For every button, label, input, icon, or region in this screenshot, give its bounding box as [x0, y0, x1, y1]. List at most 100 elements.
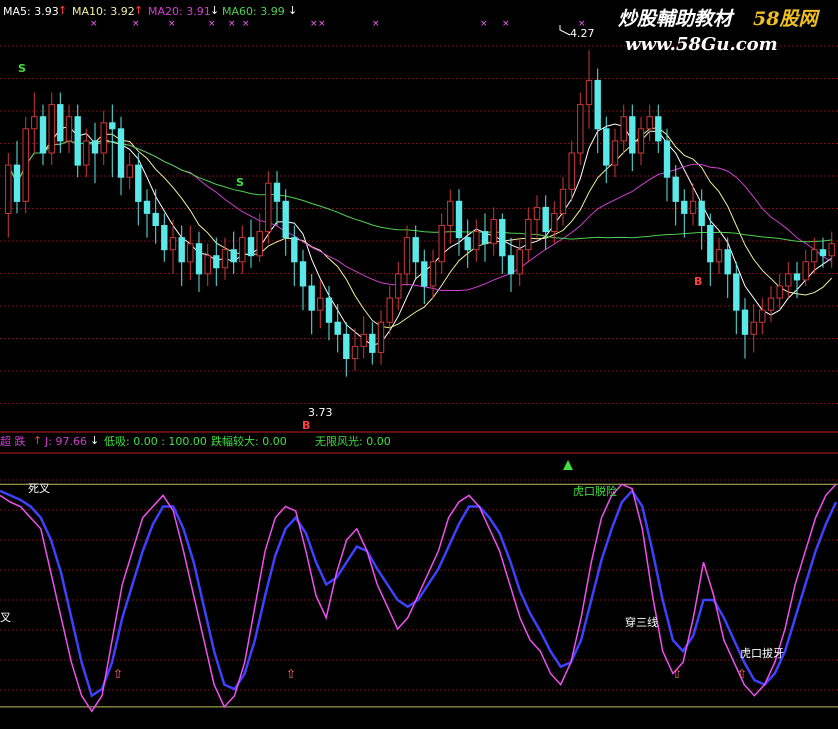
candle-up	[646, 116, 653, 130]
candle-down	[481, 231, 489, 245]
candle-down	[39, 116, 47, 154]
candle-up	[48, 104, 55, 154]
candle-down	[195, 243, 203, 275]
candle-down	[334, 321, 341, 335]
candle-up	[83, 140, 90, 166]
candle-down	[655, 116, 662, 142]
j-down-arrow: ↓	[90, 434, 99, 447]
candle-up	[31, 116, 38, 130]
candle-down	[161, 225, 168, 251]
candle-down	[698, 200, 705, 227]
high-price-label: 4.27	[570, 27, 595, 40]
candle-down	[135, 164, 142, 202]
candle-down	[152, 212, 159, 226]
candle-down	[230, 249, 237, 263]
watermark-cn: 炒股輔助教材	[618, 8, 735, 30]
candle-up	[187, 243, 194, 263]
ma10-up-arrow: ↑	[134, 4, 143, 17]
candle-up	[221, 249, 229, 269]
x-mark: ×	[132, 19, 140, 29]
candle-down	[412, 237, 419, 263]
candle-down	[603, 128, 610, 166]
candle-up	[100, 122, 107, 154]
candle-down	[707, 225, 714, 263]
candle-up	[759, 309, 766, 323]
candle-up	[516, 249, 523, 275]
candle-up	[637, 128, 645, 154]
candle-up	[490, 219, 497, 245]
high-pointer	[559, 25, 571, 36]
sell-mark: S	[18, 62, 26, 75]
candle-up	[395, 273, 402, 299]
ma20-label: MA20: 3.91	[148, 5, 211, 18]
watermark-brand: 58股网	[753, 8, 820, 30]
candle-down	[247, 237, 255, 257]
unlimited-value: 无限风光: 0.00	[315, 434, 391, 448]
ma10-label: MA10: 3.92	[72, 5, 135, 18]
x-mark: ×	[318, 19, 326, 29]
candle-up	[559, 188, 567, 215]
candle-up	[22, 128, 29, 202]
candle-up	[447, 200, 454, 227]
ma5-up-arrow: ↑	[58, 4, 67, 17]
candle-down	[733, 273, 740, 311]
candle-down	[91, 140, 99, 154]
ma5-label: MA5: 3.93	[3, 5, 59, 18]
candle-up	[715, 249, 723, 263]
j-value: J: 97.66	[44, 435, 87, 448]
candle-up	[65, 116, 73, 142]
up-arrow-icon: ⇧	[286, 667, 296, 681]
x-mark: ×	[168, 19, 176, 29]
candle-up	[317, 297, 324, 311]
x-mark: ×	[310, 19, 318, 29]
candle-up	[239, 237, 246, 263]
chart-stage: S S B B × × × × × × × × × × × × ⇧ ⇧ ⇧ ⇧ 炒股輔助教材 58股网 www.58G…	[0, 0, 838, 729]
x-mark: ×	[90, 19, 98, 29]
candle-down	[741, 309, 749, 335]
low-price-label: 3.73	[308, 406, 333, 419]
candle-up	[533, 206, 541, 220]
candle-up	[169, 237, 177, 251]
candle-down	[724, 249, 731, 275]
candle-down	[464, 237, 471, 251]
candle-down	[117, 128, 125, 178]
candle-down	[178, 237, 185, 263]
candle-up	[811, 249, 818, 263]
candles	[5, 50, 835, 377]
candle-down	[369, 333, 376, 353]
candle-down	[109, 122, 116, 130]
candle-up	[828, 243, 835, 257]
candle-up	[351, 345, 359, 359]
x-mark: ×	[372, 19, 380, 29]
candle-down	[57, 104, 64, 142]
candle-up	[611, 140, 619, 166]
candle-up	[620, 116, 627, 142]
candle-down	[507, 255, 515, 275]
candle-down	[13, 164, 21, 202]
x-mark: ×	[502, 19, 510, 29]
candle-up	[750, 321, 757, 335]
buy-mark: B	[694, 275, 702, 288]
buy-mark: B	[302, 419, 310, 432]
candle-down	[213, 255, 220, 269]
d-line	[0, 488, 838, 698]
dead-cross-label: 死叉	[28, 482, 50, 495]
stock-chart: SSBB× × × × × × × × × × × ×⇧ ⇧ ⇧ ⇧ 炒股輔助教材 58股网 www.58G…	[0, 4, 838, 713]
candle-up	[525, 219, 532, 251]
low-suck-value: 低吸: 0.00 : 100.00	[104, 435, 207, 448]
up-arrow-icon: ⇧	[737, 667, 747, 681]
watermark-url: www.58Gu.com	[625, 34, 778, 55]
candle-down	[499, 219, 506, 257]
candle-up	[577, 104, 584, 154]
candle-down	[282, 200, 289, 239]
candle-up	[5, 164, 12, 215]
candle-up	[585, 79, 593, 106]
candle-down	[74, 116, 81, 166]
candle-down	[455, 200, 463, 239]
x-mark: ×	[208, 19, 216, 29]
candle-up	[767, 297, 775, 311]
up-arrow-icon: ⇧	[113, 667, 123, 681]
candle-down	[343, 333, 350, 359]
x-mark: ×	[228, 19, 236, 29]
sell-mark: S	[236, 176, 244, 189]
